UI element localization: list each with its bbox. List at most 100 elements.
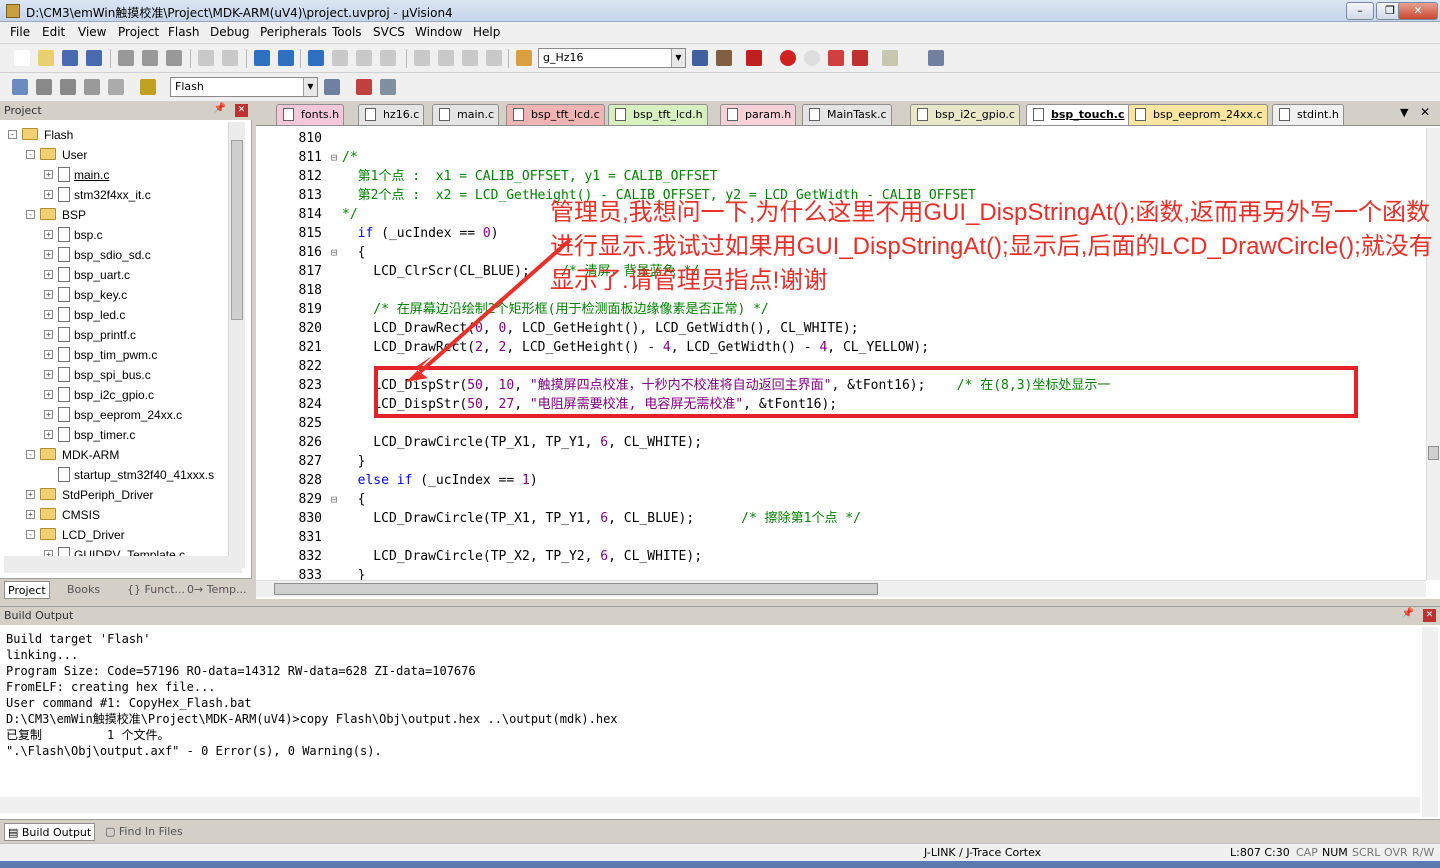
menu-help[interactable]: Help — [473, 25, 500, 39]
tab-find-in-files[interactable]: ▢ Find In Files — [102, 823, 186, 841]
toolbar-button[interactable] — [14, 50, 30, 66]
expand-icon[interactable]: - — [26, 450, 35, 459]
toolbar-button[interactable] — [166, 50, 182, 66]
find-combo[interactable]: g_Hz16 ▼ — [538, 48, 686, 68]
expand-icon[interactable]: - — [26, 150, 35, 159]
pin-icon[interactable]: 📌 — [214, 103, 226, 114]
toolbar-button[interactable] — [414, 50, 430, 66]
editor-tab[interactable]: bsp_tft_lcd.c — [506, 104, 605, 125]
editor-tab[interactable]: bsp_touch.c — [1026, 104, 1130, 125]
menu-svcs[interactable]: SVCS — [373, 25, 405, 39]
toolbar-button[interactable] — [928, 50, 944, 66]
expand-icon[interactable]: - — [26, 210, 35, 219]
toolbar-button[interactable] — [308, 50, 324, 66]
menu-tools[interactable]: Tools — [332, 25, 362, 39]
expand-icon[interactable]: + — [44, 330, 53, 339]
toolbar-button[interactable] — [324, 79, 340, 95]
expand-icon[interactable]: + — [44, 250, 53, 259]
toolbar-button[interactable] — [692, 50, 708, 66]
minimize-button[interactable]: – — [1346, 2, 1374, 20]
fold-marker[interactable]: ⊟ — [326, 490, 342, 509]
toolbar-button[interactable] — [84, 79, 100, 95]
menu-window[interactable]: Window — [415, 25, 462, 39]
expand-icon[interactable]: + — [44, 370, 53, 379]
expand-icon[interactable]: + — [26, 490, 35, 499]
toolbar-button[interactable] — [516, 50, 532, 66]
menu-edit[interactable]: Edit — [42, 25, 65, 39]
expand-icon[interactable]: + — [44, 270, 53, 279]
toolbar-button[interactable] — [222, 50, 238, 66]
project-horizontal-scrollbar[interactable] — [4, 556, 242, 573]
toolbar-button[interactable] — [882, 50, 898, 66]
scroll-thumb[interactable] — [274, 583, 878, 595]
toolbar-button[interactable] — [746, 50, 762, 66]
expand-icon[interactable]: + — [44, 230, 53, 239]
toolbar-button[interactable] — [86, 50, 102, 66]
fold-marker[interactable]: ⊟ — [326, 148, 342, 167]
project-vertical-scrollbar[interactable] — [228, 122, 245, 568]
toolbar-button[interactable] — [38, 50, 54, 66]
toolbar-button[interactable] — [780, 50, 796, 66]
tab-project[interactable]: Project — [4, 581, 50, 599]
menu-debug[interactable]: Debug — [210, 25, 249, 39]
expand-icon[interactable]: + — [44, 410, 53, 419]
editor-tab[interactable]: MainTask.c — [802, 104, 892, 125]
tab-build-output[interactable]: ▤ Build Output — [4, 823, 96, 841]
build-vertical-scrollbar[interactable] — [1422, 627, 1438, 817]
tab-functions[interactable]: {} Funct... — [124, 581, 188, 599]
expand-icon[interactable]: + — [44, 290, 53, 299]
editor-tab[interactable]: fonts.h — [276, 104, 345, 125]
menu-project[interactable]: Project — [118, 25, 159, 39]
menu-peripherals[interactable]: Peripherals — [260, 25, 327, 39]
toolbar-button[interactable] — [804, 50, 820, 66]
tab-list-icon[interactable]: ▼ — [1400, 106, 1408, 119]
toolbar-button[interactable] — [140, 79, 156, 95]
close-icon[interactable]: ✕ — [1423, 609, 1436, 622]
fold-marker[interactable]: ⊟ — [326, 243, 342, 262]
close-icon[interactable]: ✕ — [235, 104, 248, 117]
editor-tab[interactable]: stdint.h — [1272, 104, 1344, 125]
toolbar-button[interactable] — [60, 79, 76, 95]
toolbar-button[interactable] — [716, 50, 732, 66]
toolbar-button[interactable] — [36, 79, 52, 95]
toolbar-button[interactable] — [380, 79, 396, 95]
scroll-thumb[interactable] — [231, 140, 243, 320]
build-horizontal-scrollbar[interactable] — [0, 797, 1420, 813]
tab-books[interactable]: Books — [64, 581, 103, 599]
menu-file[interactable]: File — [10, 25, 30, 39]
toolbar-button[interactable] — [62, 50, 78, 66]
expand-icon[interactable]: + — [26, 510, 35, 519]
menu-view[interactable]: View — [78, 25, 106, 39]
toolbar-button[interactable] — [254, 50, 270, 66]
scroll-thumb[interactable] — [1428, 446, 1439, 460]
expand-icon[interactable]: + — [44, 430, 53, 439]
toolbar-button[interactable] — [12, 79, 28, 95]
close-button[interactable]: ✕ — [1398, 2, 1438, 20]
toolbar-button[interactable] — [142, 50, 158, 66]
expand-icon[interactable]: + — [44, 390, 53, 399]
editor-tab[interactable]: main.c — [432, 104, 500, 125]
toolbar-button[interactable] — [108, 79, 124, 95]
expand-icon[interactable]: - — [26, 530, 35, 539]
toolbar-button[interactable] — [828, 50, 844, 66]
toolbar-button[interactable] — [356, 50, 372, 66]
toolbar-button[interactable] — [380, 50, 396, 66]
toolbar-button[interactable] — [356, 79, 372, 95]
menu-flash[interactable]: Flash — [168, 25, 199, 39]
toolbar-button[interactable] — [852, 50, 868, 66]
expand-icon[interactable]: - — [8, 130, 17, 139]
close-tab-icon[interactable]: ✕ — [1420, 105, 1430, 119]
expand-icon[interactable]: + — [44, 310, 53, 319]
toolbar-button[interactable] — [278, 50, 294, 66]
expand-icon[interactable]: + — [44, 170, 53, 179]
editor-tab[interactable]: param.h — [720, 104, 797, 125]
expand-icon[interactable]: + — [44, 350, 53, 359]
target-combo[interactable]: Flash ▼ — [170, 77, 318, 97]
toolbar-button[interactable] — [462, 50, 478, 66]
toolbar-button[interactable] — [118, 50, 134, 66]
toolbar-button[interactable] — [332, 50, 348, 66]
toolbar-button[interactable] — [438, 50, 454, 66]
tab-templates[interactable]: 0→ Temp... — [184, 581, 250, 599]
editor-tab[interactable]: bsp_eeprom_24xx.c — [1128, 104, 1268, 125]
editor-tab[interactable]: bsp_tft_lcd.h — [608, 104, 708, 125]
